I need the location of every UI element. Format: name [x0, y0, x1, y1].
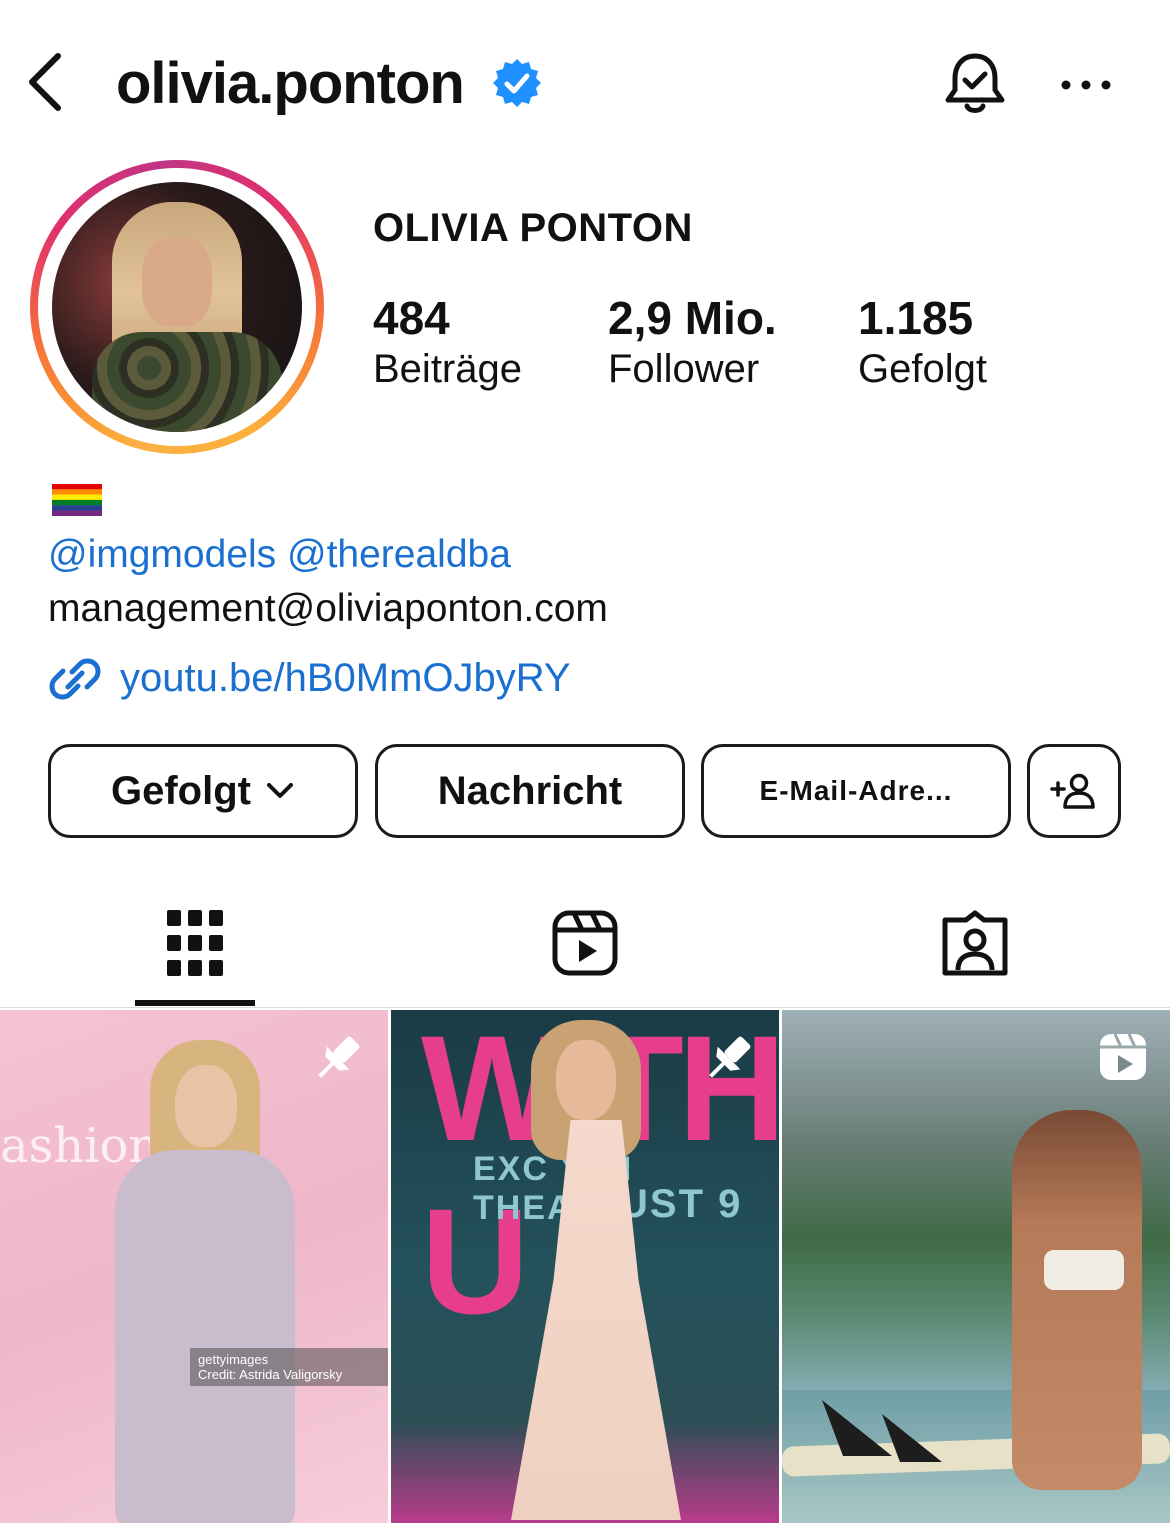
more-horizontal-icon	[1061, 80, 1111, 90]
stat-followers-value: 2,9 Mio.	[608, 292, 777, 344]
bio-email: management@oliviaponton.com	[48, 587, 608, 630]
stat-posts-value: 484	[373, 292, 450, 344]
bio-link-text: youtu.be/hB0MmOJbyRY	[120, 656, 571, 700]
profile-header: olivia.ponton	[0, 0, 1170, 170]
tab-reels[interactable]	[390, 880, 780, 1008]
reel-badge-icon	[1100, 1033, 1146, 1080]
grid-icon	[167, 910, 223, 976]
tagged-icon	[942, 910, 1008, 976]
verified-badge-icon	[493, 59, 541, 107]
display-name: OLIVIA PONTON	[373, 206, 693, 250]
bio-mentions: @imgmodels @therealdba	[48, 532, 511, 578]
reels-icon	[552, 910, 618, 976]
rainbow-flag-icon	[52, 484, 102, 516]
mention-link[interactable]: @therealdba	[287, 533, 511, 576]
message-button-label: Nachricht	[437, 768, 623, 813]
active-tab-indicator	[135, 1000, 255, 1006]
notifications-bell-button[interactable]	[942, 50, 1008, 118]
mention-link[interactable]: @imgmodels	[48, 533, 276, 576]
email-button-label: E-Mail-Adre...	[759, 775, 953, 806]
pin-icon	[709, 1036, 751, 1078]
stat-followers[interactable]: 2,9 Mio. Follower	[608, 292, 777, 394]
tabs-divider	[0, 1007, 1170, 1008]
tab-grid[interactable]	[0, 880, 390, 1008]
bell-check-icon	[945, 53, 1005, 113]
post-thumbnail[interactable]	[782, 1010, 1170, 1523]
story-ring[interactable]	[30, 160, 324, 454]
profile-avatar	[52, 182, 302, 432]
stat-posts-label: Beiträge	[373, 347, 522, 391]
suggested-accounts-button[interactable]	[1027, 744, 1121, 838]
chevron-left-icon	[29, 53, 61, 111]
pin-icon	[318, 1036, 360, 1078]
profile-tabs	[0, 880, 1170, 1008]
more-options-button[interactable]	[1058, 70, 1114, 100]
stat-following-value: 1.185	[858, 292, 974, 344]
stat-following-label: Gefolgt	[858, 347, 987, 391]
post-overlay-subtitle: UST 9	[619, 1182, 743, 1226]
stat-following[interactable]: 1.185 Gefolgt	[858, 292, 987, 394]
back-button[interactable]	[22, 50, 72, 114]
profile-username: olivia.ponton	[116, 51, 465, 116]
post-thumbnail[interactable]: ashion gettyimages Credit: Astrida Valig…	[0, 1010, 388, 1523]
stat-posts[interactable]: 484 Beiträge	[373, 292, 522, 394]
link-icon	[49, 658, 101, 700]
email-button[interactable]: E-Mail-Adre...	[701, 744, 1011, 838]
following-button[interactable]: Gefolgt	[48, 744, 358, 838]
stat-followers-label: Follower	[608, 347, 760, 391]
following-button-label: Gefolgt	[111, 768, 251, 813]
add-person-icon	[1050, 773, 1095, 809]
tab-tagged[interactable]	[780, 880, 1170, 1008]
chevron-down-icon	[266, 783, 293, 798]
photo-credit: gettyimages Credit: Astrida Valigorsky	[190, 1348, 388, 1386]
message-button[interactable]: Nachricht	[375, 744, 685, 838]
post-thumbnail[interactable]: WITH U EXC Y IN THEATE UST 9	[391, 1010, 779, 1523]
